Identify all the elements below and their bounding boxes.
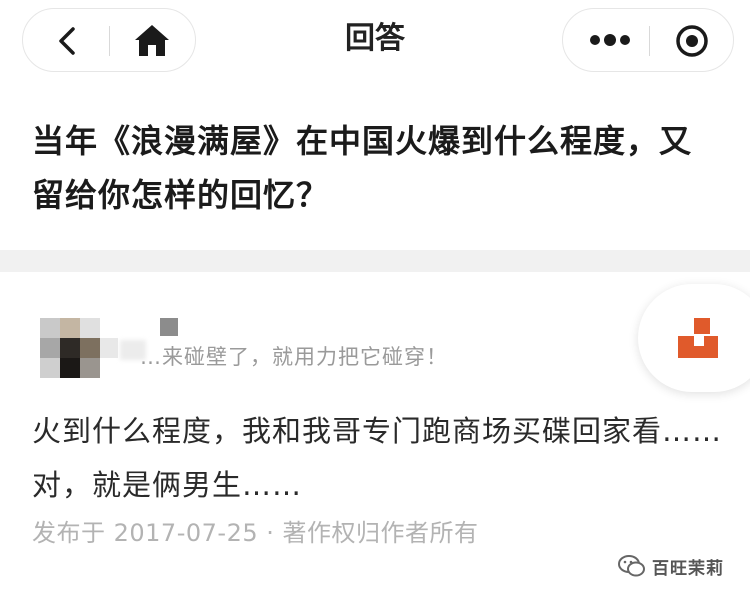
answer-body[interactable]: 火到什么程度，我和我哥专门跑商场买碟回家看……对，就是俩男生…… [32, 404, 722, 512]
capsule-divider [649, 26, 650, 56]
question-title[interactable]: 当年《浪漫满屋》在中国火爆到什么程度，又留给你怎样的回忆？ [32, 114, 712, 222]
avatar[interactable] [40, 318, 118, 378]
circle-target-icon[interactable] [675, 24, 709, 58]
wechat-icon [618, 555, 645, 577]
floating-app-button[interactable] [638, 284, 750, 392]
section-separator [0, 250, 750, 272]
answer-card: …来碰壁了，就用力把它碰穿！ 火到什么程度，我和我哥专门跑商场买碟回家看……对，… [0, 272, 750, 598]
top-nav-bar: 回答 [0, 0, 750, 82]
watermark-text: 百旺茉莉 [652, 558, 724, 579]
answer-meta: 发布于 2017-07-25 · 著作权归作者所有 [32, 519, 479, 547]
watermark: 百旺茉莉 [618, 551, 724, 581]
app-logo-icon [678, 318, 718, 358]
author-bio: …来碰壁了，就用力把它碰穿！ [140, 345, 448, 369]
more-dots-icon[interactable] [589, 33, 631, 47]
nav-right-capsule [562, 8, 734, 72]
author-name-blur[interactable] [160, 318, 178, 336]
